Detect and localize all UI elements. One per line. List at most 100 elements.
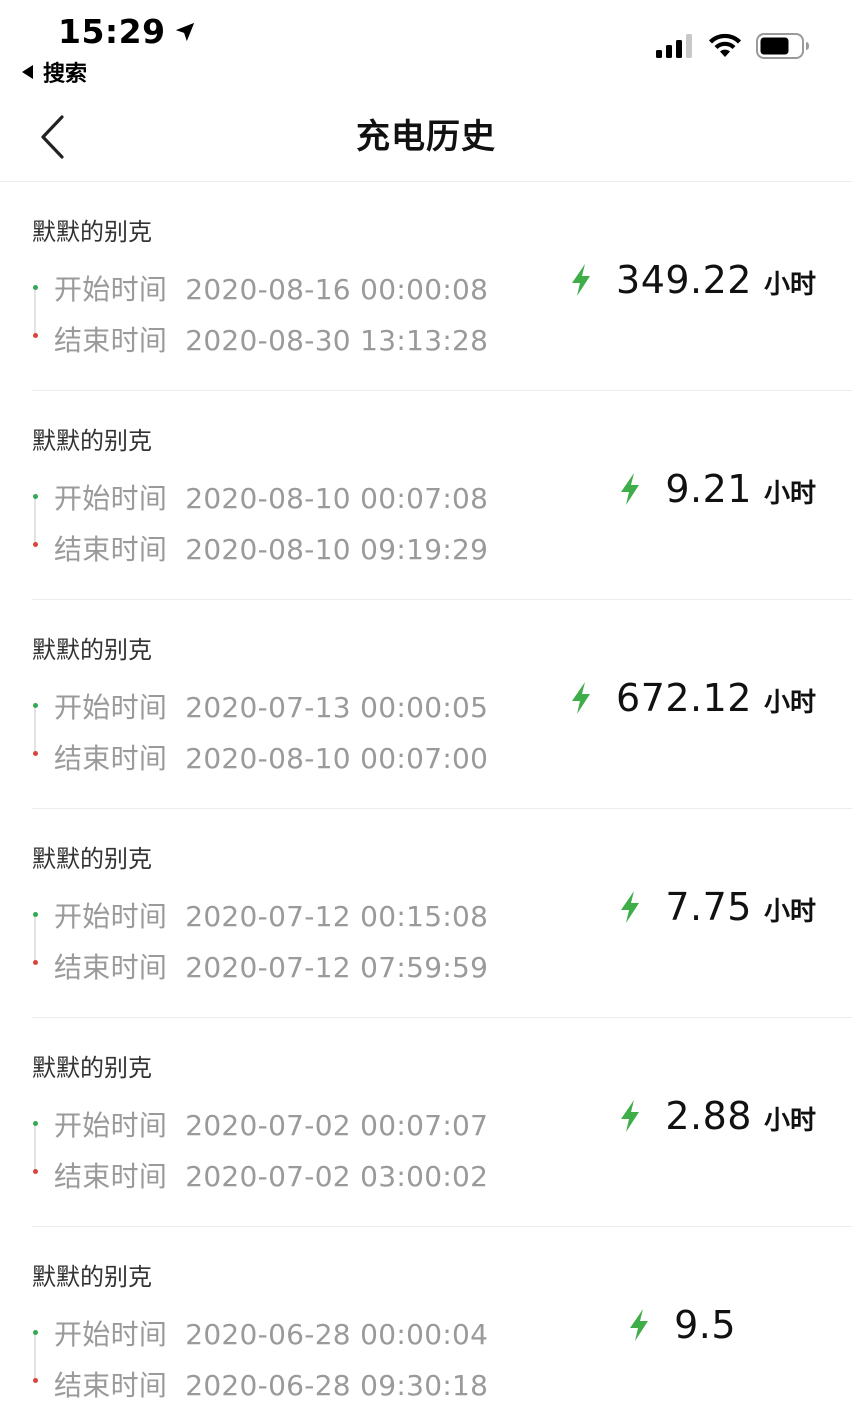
start-dot-icon [33,494,38,499]
start-time-label: 开始时间 [54,900,168,933]
end-time-row: 结束时间 2020-08-10 00:07:00 [54,737,488,777]
end-dot-icon [33,1378,38,1383]
device-name: 默默的别克 [32,1263,152,1291]
end-time-label: 结束时间 [54,1160,168,1193]
start-dot-icon [33,912,38,917]
end-time-row: 结束时间 2020-07-02 03:00:02 [54,1155,488,1195]
wifi-icon [709,33,741,57]
end-time-value: 2020-08-10 00:07:00 [185,742,489,775]
duration: 349.22 小时 [568,258,816,302]
timeline-line [34,1331,36,1379]
lightning-bolt-icon [621,891,640,923]
duration-unit: 小时 [763,688,816,718]
duration-value: 672.12 [616,676,752,720]
duration-unit: 小时 [763,479,816,509]
end-dot-icon [33,1169,38,1174]
start-time-value: 2020-07-13 00:00:05 [185,691,489,724]
end-time-value: 2020-08-30 13:13:28 [185,324,489,357]
end-time-value: 2020-06-28 09:30:18 [185,1369,489,1402]
end-time-value: 2020-07-12 07:59:59 [185,951,489,984]
timeline-line [34,913,36,961]
start-time-label: 开始时间 [54,1318,168,1351]
start-time-label: 开始时间 [54,273,168,306]
screen: 15:29 搜索 充电历史 默默的别克 开始时间 2020-08-16 00:0… [0,0,852,1420]
duration-value: 349.22 [616,258,752,302]
battery-icon [756,33,809,59]
end-time-value: 2020-07-02 03:00:02 [185,1160,489,1193]
end-dot-icon [33,751,38,756]
start-time-row: 开始时间 2020-07-12 00:15:08 [54,895,488,935]
navigation-bar: 充电历史 [0,95,852,182]
duration: 672.12 小时 [568,676,816,720]
duration: 9.21 小时 [617,467,816,511]
timeline-line [34,495,36,543]
duration-unit: 小时 [763,270,816,300]
lightning-bolt-icon [621,1100,640,1132]
start-time-row: 开始时间 2020-08-10 00:07:08 [54,477,488,517]
duration-value: 2.88 [665,1094,752,1138]
device-name: 默默的别克 [32,427,152,455]
duration-value: 7.75 [665,885,752,929]
end-dot-icon [33,960,38,965]
timeline-line [34,704,36,752]
end-time-label: 结束时间 [54,951,168,984]
start-dot-icon [33,285,38,290]
start-time-row: 开始时间 2020-07-13 00:00:05 [54,686,488,726]
lightning-bolt-icon [572,682,591,714]
start-time-value: 2020-08-10 00:07:08 [185,482,489,515]
list-item[interactable]: 默默的别克 开始时间 2020-07-02 00:07:07 结束时间 2020-0… [32,1018,852,1227]
start-time-row: 开始时间 2020-08-16 00:00:08 [54,268,488,308]
status-icons [656,33,810,59]
end-time-row: 结束时间 2020-08-10 09:19:29 [54,528,488,568]
start-time-label: 开始时间 [54,482,168,515]
duration: 9.5 [626,1303,748,1347]
end-time-row: 结束时间 2020-06-28 09:30:18 [54,1364,488,1404]
back-to-app-link[interactable]: 搜索 [22,56,87,88]
duration: 2.88 小时 [617,1094,816,1138]
end-time-value: 2020-08-10 09:19:29 [185,533,489,566]
start-time-value: 2020-07-02 00:07:07 [185,1109,489,1142]
page-title: 充电历史 [356,117,496,157]
list-item[interactable]: 默默的别克 开始时间 2020-07-13 00:00:05 结束时间 2020-0… [32,600,852,809]
device-name: 默默的别克 [32,218,152,246]
end-time-row: 结束时间 2020-08-30 13:13:28 [54,319,488,359]
status-bar: 15:29 搜索 [0,0,852,95]
end-time-label: 结束时间 [54,324,168,357]
start-dot-icon [33,1330,38,1335]
end-dot-icon [33,542,38,547]
status-time: 15:29 [58,12,196,51]
list-item[interactable]: 默默的别克 开始时间 2020-08-10 00:07:08 结束时间 2020-0… [32,391,852,600]
end-time-label: 结束时间 [54,533,168,566]
start-dot-icon [33,703,38,708]
duration-unit: 小时 [763,897,816,927]
timeline-line [34,286,36,334]
duration-value: 9.21 [665,467,752,511]
start-dot-icon [33,1121,38,1126]
start-time-value: 2020-07-12 00:15:08 [185,900,489,933]
end-time-label: 结束时间 [54,1369,168,1402]
charge-history-list: 默默的别克 开始时间 2020-08-16 00:00:08 结束时间 2020-0… [0,182,852,1420]
list-item[interactable]: 默默的别克 开始时间 2020-06-28 00:00:04 结束时间 2020-0… [32,1227,852,1420]
cellular-signal-icon [656,34,692,58]
end-time-row: 结束时间 2020-07-12 07:59:59 [54,946,488,986]
duration: 7.75 小时 [617,885,816,929]
timeline-line [34,1122,36,1170]
list-item[interactable]: 默默的别克 开始时间 2020-08-16 00:00:08 结束时间 2020-0… [32,182,852,391]
end-time-label: 结束时间 [54,742,168,775]
start-time-label: 开始时间 [54,1109,168,1142]
start-time-value: 2020-06-28 00:00:04 [185,1318,489,1351]
end-dot-icon [33,333,38,338]
clock-text: 15:29 [58,12,166,51]
device-name: 默默的别克 [32,636,152,664]
device-name: 默默的别克 [32,1054,152,1082]
back-triangle-icon [22,65,33,79]
start-time-value: 2020-08-16 00:00:08 [185,273,489,306]
start-time-row: 开始时间 2020-06-28 00:00:04 [54,1313,488,1353]
lightning-bolt-icon [572,264,591,296]
list-item[interactable]: 默默的别克 开始时间 2020-07-12 00:15:08 结束时间 2020-0… [32,809,852,1018]
back-to-app-label: 搜索 [43,62,88,87]
device-name: 默默的别克 [32,845,152,873]
start-time-label: 开始时间 [54,691,168,724]
duration-value: 9.5 [674,1303,736,1347]
duration-unit: 小时 [763,1106,816,1136]
